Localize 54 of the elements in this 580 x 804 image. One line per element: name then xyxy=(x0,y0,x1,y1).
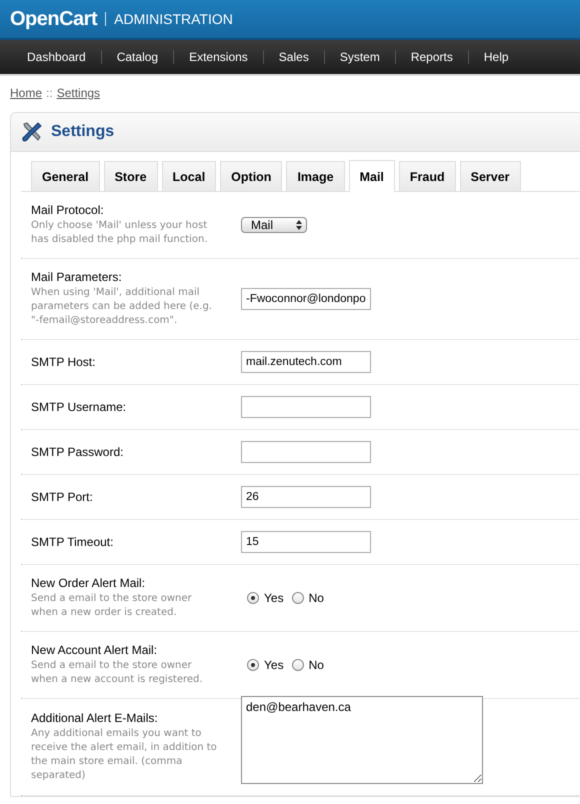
panel-title: Settings xyxy=(51,123,114,141)
nav-item[interactable]: Help xyxy=(468,50,524,64)
radio-option[interactable]: Yes xyxy=(247,658,284,672)
nav-item[interactable]: Catalog xyxy=(102,50,174,64)
help-text: When using 'Mail', additional mail parameters can be added here (e.g. "-femail@storeaddress.com". xyxy=(31,286,213,328)
tab[interactable]: Server xyxy=(460,161,521,191)
caret-icon xyxy=(296,220,302,230)
help-text: Send a email to the store owner when a new order is created. xyxy=(31,592,193,620)
nav-item[interactable]: Extensions xyxy=(174,50,264,64)
field-label: Additional Alert E-Mails: xyxy=(31,711,159,725)
nav-item[interactable]: Dashboard xyxy=(12,50,102,64)
radio-option[interactable]: No xyxy=(292,591,324,605)
radio-option[interactable]: Yes xyxy=(247,591,284,605)
text-field[interactable]: 26 xyxy=(241,486,371,508)
logo: OpenCart xyxy=(10,8,98,30)
tab[interactable]: Local xyxy=(162,161,216,191)
mail-protocol-select[interactable]: Mail xyxy=(241,217,307,233)
field-label: New Account Alert Mail: xyxy=(31,643,158,657)
breadcrumb-link[interactable]: Home xyxy=(10,86,42,112)
nav-item[interactable]: System xyxy=(324,50,396,64)
help-text: Any additional emails you want to receive the alert email, in addition to the main store email. (comma separated) xyxy=(31,727,218,783)
tools-icon xyxy=(21,121,43,143)
radio-button[interactable] xyxy=(292,592,304,604)
text-field[interactable]: 15 xyxy=(241,531,371,553)
help-text: Send a email to the store owner when a new account is registered. xyxy=(31,659,204,687)
radio-option[interactable]: No xyxy=(292,658,324,672)
field-label: Mail Parameters: xyxy=(31,270,123,284)
radio-button[interactable] xyxy=(292,659,304,671)
header-title: ADMINISTRATION xyxy=(105,12,233,26)
text-field[interactable] xyxy=(241,441,371,463)
field-label: New Order Alert Mail: xyxy=(31,576,146,590)
tab[interactable]: Option xyxy=(220,161,282,191)
field-label: SMTP Port: xyxy=(31,490,94,504)
field-label: SMTP Username: xyxy=(31,400,128,414)
text-field[interactable]: -Fwoconnor@londonpo xyxy=(241,288,371,310)
field-label: SMTP Timeout: xyxy=(31,535,114,549)
text-field[interactable]: mail.zenutech.com xyxy=(241,351,371,373)
tab[interactable]: Fraud xyxy=(398,161,456,191)
tab[interactable]: Mail xyxy=(348,160,395,192)
help-text: Only choose 'Mail' unless your host has disabled the php mail function. xyxy=(31,219,209,247)
nav-item[interactable]: Sales xyxy=(264,50,325,64)
breadcrumb-separator: :: xyxy=(46,86,53,102)
text-field[interactable] xyxy=(241,396,371,418)
radio-button[interactable] xyxy=(247,659,259,671)
field-label: SMTP Host: xyxy=(31,355,96,369)
tab[interactable]: Store xyxy=(104,161,158,191)
tab[interactable]: General xyxy=(31,161,100,191)
field-label: Mail Protocol: xyxy=(31,203,105,217)
radio-button[interactable] xyxy=(247,592,259,604)
nav-item[interactable]: Reports xyxy=(396,50,469,64)
emails-textarea[interactable]: den@bearhaven.ca xyxy=(241,696,483,784)
field-label: SMTP Password: xyxy=(31,445,124,459)
tab[interactable]: Image xyxy=(286,161,345,191)
breadcrumb-link[interactable]: Settings xyxy=(56,86,100,112)
